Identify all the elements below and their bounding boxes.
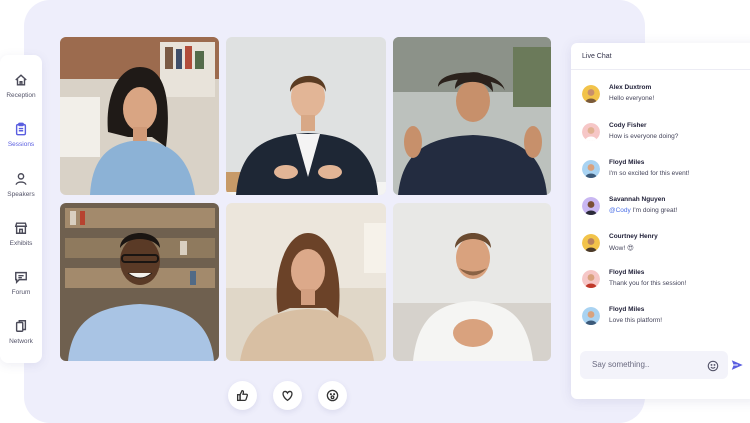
- chat-sender-name: Cody Fisher: [609, 122, 647, 129]
- avatar: [582, 160, 600, 178]
- sidebar-item-forum[interactable]: Forum: [0, 270, 42, 310]
- video-tile-participant-6[interactable]: [393, 203, 551, 361]
- participant-video: [226, 37, 386, 195]
- person-icon: [15, 173, 27, 185]
- chat-message-text: @Cody I'm doing great!: [609, 207, 677, 214]
- avatar: [582, 197, 600, 215]
- sidebar-item-label: Network: [9, 338, 33, 345]
- home-icon: [15, 74, 27, 86]
- chat-title: Live Chat: [582, 53, 612, 60]
- sidebar-item-label: Reception: [6, 92, 36, 99]
- avatar: [582, 307, 600, 325]
- chat-message: Savannah Nguyen @Cody I'm doing great!: [582, 196, 747, 222]
- heart-reaction-button[interactable]: [273, 381, 302, 410]
- sidebar-item-label: Sessions: [7, 141, 35, 148]
- surprised-face-icon: [326, 389, 339, 402]
- chat-sender-name: Courtney Henry: [609, 233, 658, 240]
- live-chat-panel: Live Chat Alex Duxtrom Hello everyone! C…: [571, 43, 750, 399]
- chat-sender-name: Alex Duxtrom: [609, 84, 652, 91]
- participant-video: [60, 203, 219, 361]
- chat-message: Floyd Miles Thank you for this session!: [582, 269, 747, 295]
- sidebar-item-exhibits[interactable]: Exhibits: [0, 221, 42, 261]
- emoji-picker-button[interactable]: [707, 359, 719, 372]
- chat-message-text: How is everyone doing?: [609, 133, 679, 140]
- chat-message-text: Love this platform!: [609, 317, 663, 324]
- chat-mention[interactable]: @Cody: [609, 207, 631, 214]
- chat-message-input[interactable]: Say something..: [580, 351, 728, 379]
- chat-sender-name: Floyd Miles: [609, 306, 645, 313]
- chat-bubble-icon: [15, 271, 27, 284]
- participant-video: [226, 203, 386, 361]
- surprised-reaction-button[interactable]: [318, 381, 347, 410]
- sidebar-item-label: Forum: [11, 289, 31, 296]
- chat-message: Courtney Henry Wow! 😍: [582, 233, 747, 259]
- avatar: [582, 270, 600, 288]
- participant-video: [393, 203, 551, 361]
- chat-divider: [571, 69, 750, 70]
- participant-video: [393, 37, 551, 195]
- participant-video: [60, 37, 219, 195]
- chat-message-text: Thank you for this session!: [609, 280, 687, 287]
- virtual-event-app: Reception Sessions Speakers Exhibits For…: [0, 0, 750, 423]
- avatar: [582, 123, 600, 141]
- thumbs-up-icon: [236, 389, 249, 402]
- clipboard-icon: [15, 122, 27, 136]
- chat-sender-name: Floyd Miles: [609, 269, 645, 276]
- sidebar-item-speakers[interactable]: Speakers: [0, 172, 42, 212]
- network-icon: [15, 320, 27, 332]
- chat-message: Cody Fisher How is everyone doing?: [582, 122, 747, 148]
- video-tile-participant-4[interactable]: [60, 203, 219, 361]
- sidebar-item-sessions[interactable]: Sessions: [0, 122, 42, 162]
- chat-sender-name: Savannah Nguyen: [609, 196, 666, 203]
- heart-icon: [282, 390, 293, 402]
- like-reaction-button[interactable]: [228, 381, 257, 410]
- avatar: [582, 234, 600, 252]
- video-tile-participant-3[interactable]: [393, 37, 551, 195]
- sidebar-item-reception[interactable]: Reception: [0, 73, 42, 113]
- chat-message-text: Hello everyone!: [609, 95, 655, 102]
- chat-message: Alex Duxtrom Hello everyone!: [582, 84, 747, 110]
- sidebar-item-label: Speakers: [7, 191, 35, 198]
- chat-message-text: I'm so excited for this event!: [609, 170, 690, 177]
- chat-message: Floyd Miles Love this platform!: [582, 306, 747, 332]
- smiley-icon: [707, 360, 719, 372]
- sidebar-nav: Reception Sessions Speakers Exhibits For…: [0, 55, 42, 363]
- chat-sender-name: Floyd Miles: [609, 159, 645, 166]
- send-icon: [731, 360, 743, 370]
- avatar: [582, 85, 600, 103]
- chat-message: Floyd Miles I'm so excited for this even…: [582, 159, 747, 185]
- send-message-button[interactable]: [730, 358, 744, 372]
- chat-input-placeholder: Say something..: [592, 360, 650, 369]
- video-tile-participant-5[interactable]: [226, 203, 386, 361]
- sidebar-item-network[interactable]: Network: [0, 319, 42, 359]
- video-tile-participant-1[interactable]: [60, 37, 219, 195]
- storefront-icon: [14, 222, 28, 234]
- video-tile-participant-2[interactable]: [226, 37, 386, 195]
- sidebar-item-label: Exhibits: [9, 240, 33, 247]
- chat-message-text: Wow! 😍: [609, 245, 634, 252]
- chat-message-text-rest: I'm doing great!: [630, 207, 678, 214]
